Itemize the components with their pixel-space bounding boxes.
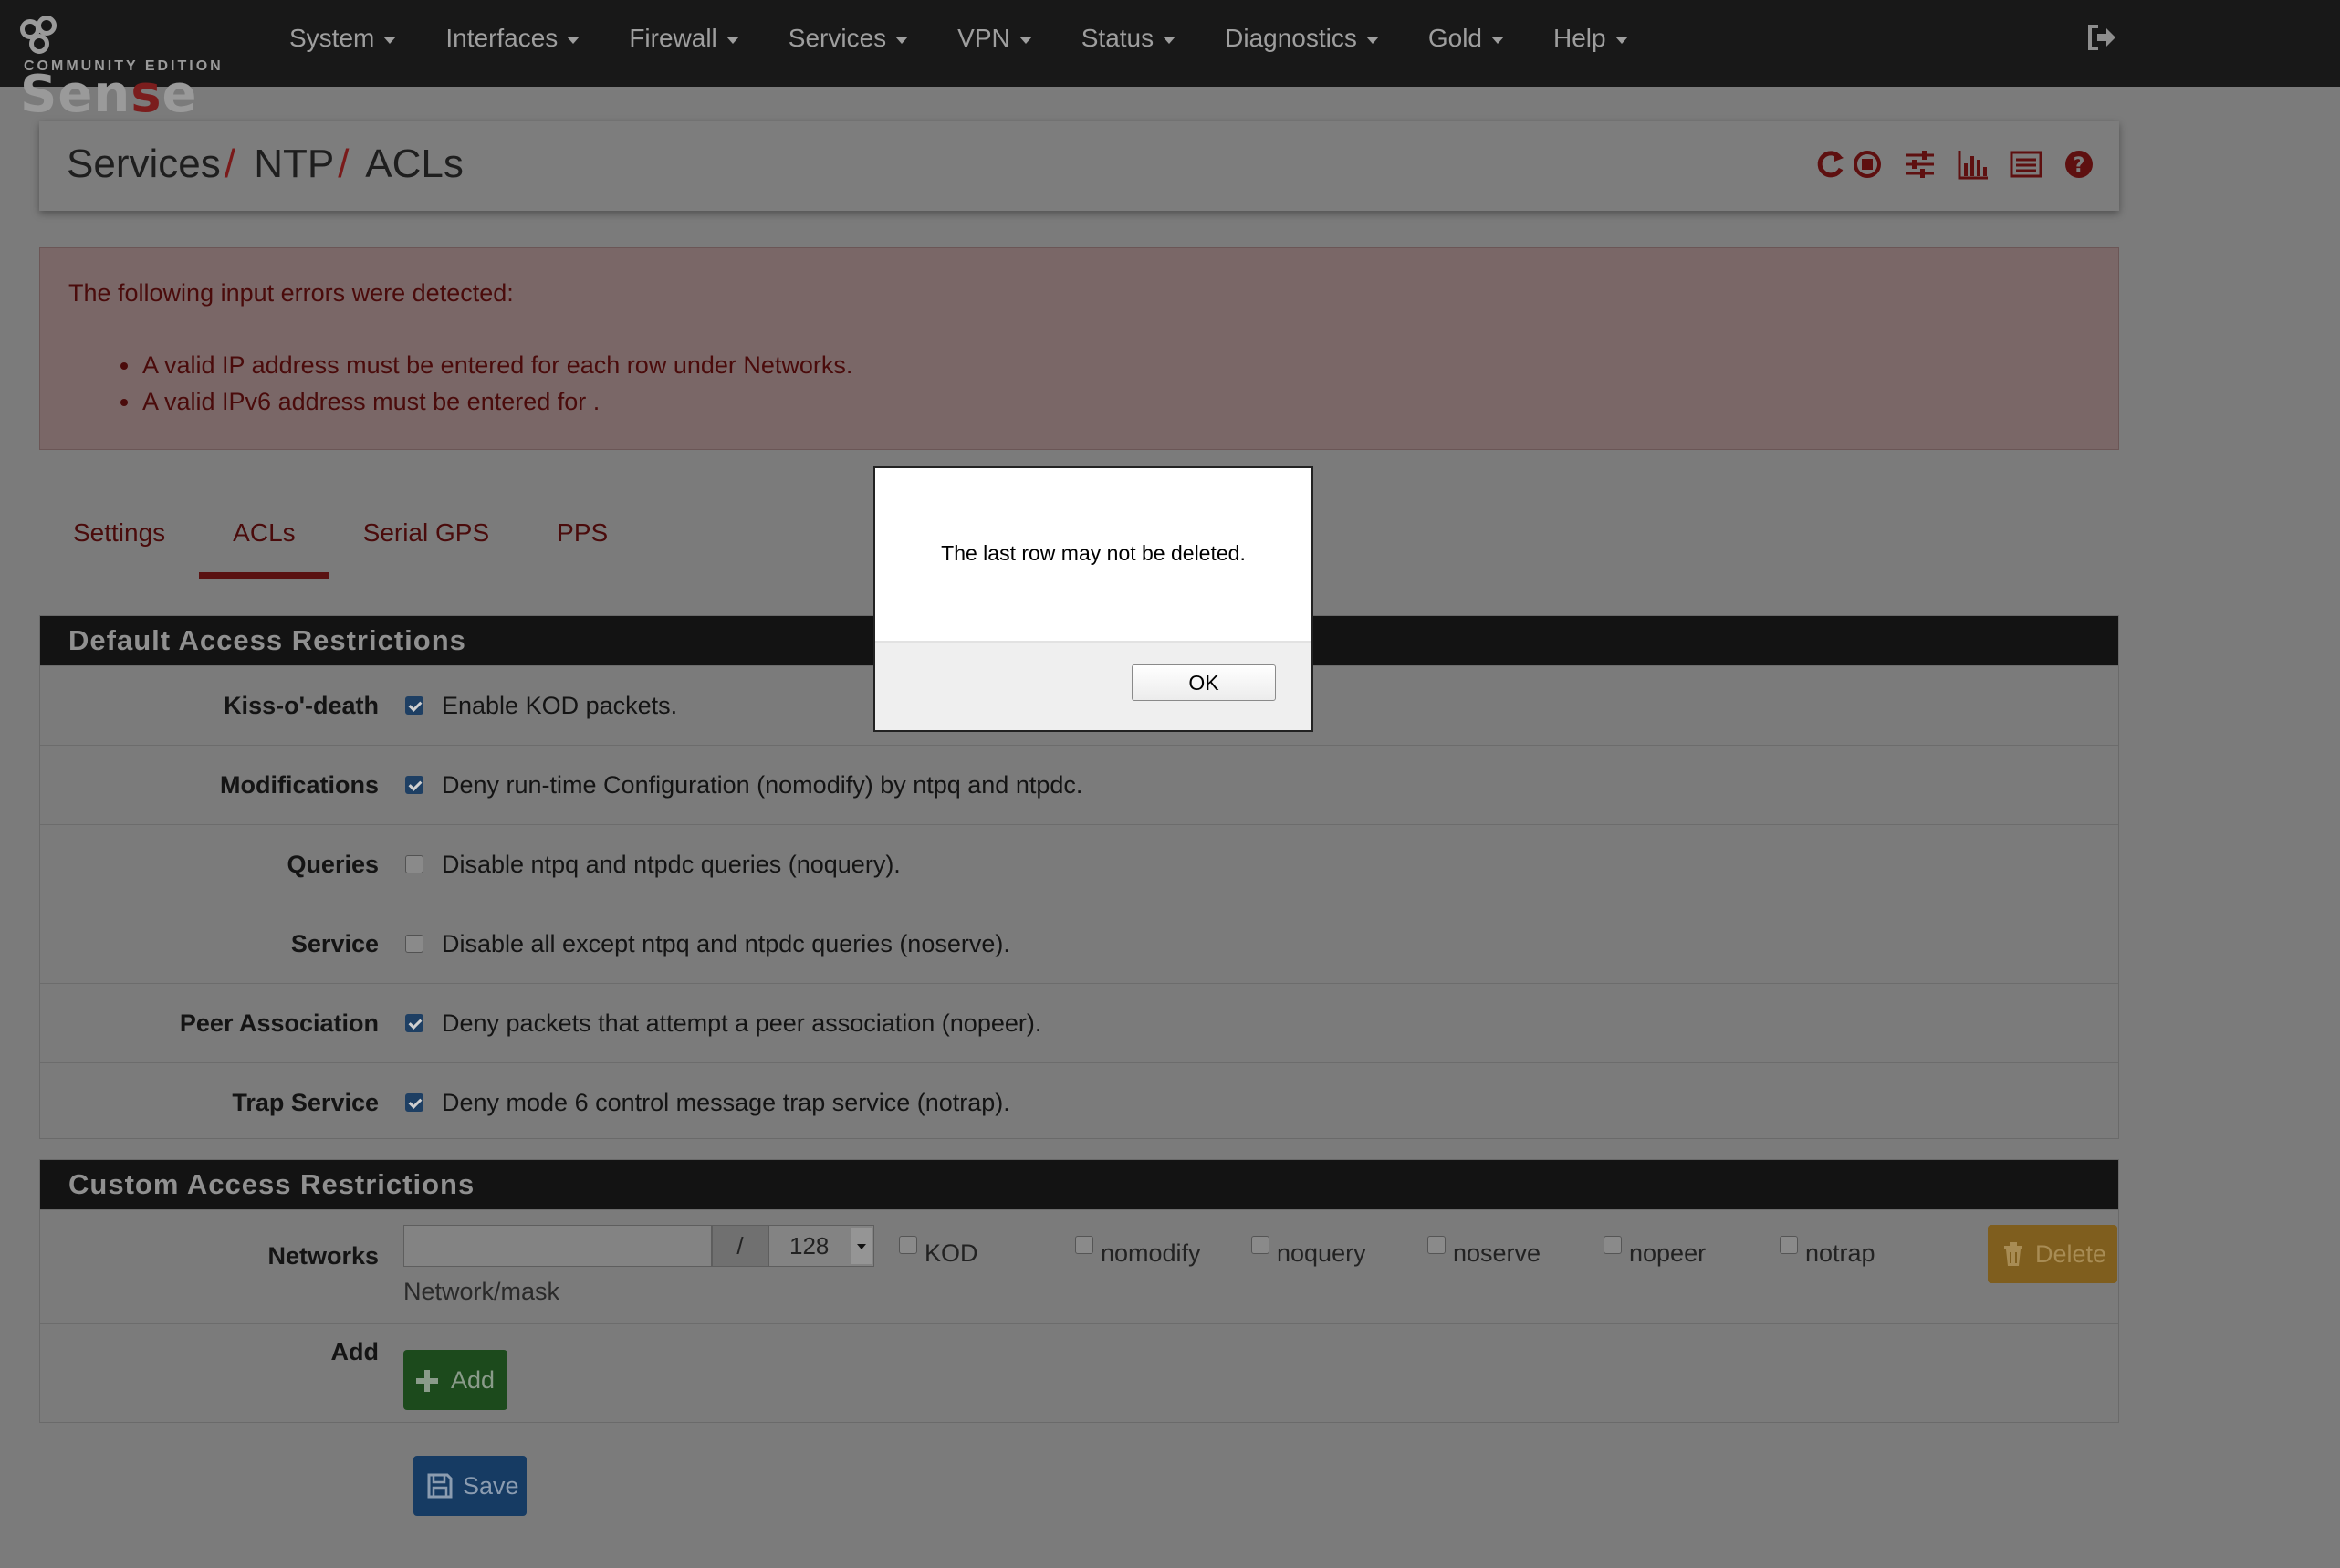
input-errors-alert: The following input errors were detected…: [39, 247, 2119, 450]
row-description: Deny run-time Configuration (nomodify) b…: [442, 771, 1083, 799]
noserve-checkbox[interactable]: [405, 935, 423, 953]
row-label: Modifications: [220, 771, 379, 799]
breadcrumb-ntp[interactable]: NTP: [254, 141, 334, 186]
tab-pps[interactable]: PPS: [523, 500, 642, 579]
nopeer-checkbox[interactable]: [405, 1014, 423, 1032]
add-row: Add Add: [40, 1323, 2118, 1423]
mask-select[interactable]: 128: [768, 1225, 874, 1267]
caret-down-icon: [1491, 36, 1505, 44]
floppy-disk-icon: [427, 1473, 453, 1499]
tab-settings[interactable]: Settings: [39, 500, 199, 579]
settings-sliders-icon[interactable]: [1904, 147, 1937, 182]
header-shortcuts: ?: [1814, 147, 2095, 182]
tab-bar: Settings ACLs Serial GPS PPS: [39, 500, 642, 579]
trash-icon: [2004, 1242, 2022, 1266]
tab-acls[interactable]: ACLs: [199, 500, 330, 579]
caret-down-icon: [1019, 36, 1032, 44]
nomodify-checkbox[interactable]: [405, 776, 423, 794]
nav-gold[interactable]: Gold: [1404, 0, 1529, 77]
custom-access-panel: Custom Access Restrictions Networks / 12…: [39, 1159, 2119, 1423]
logo-icon: [20, 15, 69, 61]
ok-button[interactable]: OK: [1132, 664, 1276, 701]
nav-help[interactable]: Help: [1529, 0, 1653, 77]
brand-edition: COMMUNITY EDITION: [24, 58, 224, 74]
error-item: A valid IP address must be entered for e…: [120, 347, 852, 383]
nav-vpn[interactable]: VPN: [933, 0, 1057, 77]
row-label: Service: [290, 930, 379, 957]
queries-row: Queries Disable ntpq and ntpdc queries (…: [40, 824, 2118, 904]
service-row: Service Disable all except ntpq and ntpd…: [40, 904, 2118, 983]
notrap-checkbox[interactable]: [405, 1093, 423, 1112]
chart-icon[interactable]: [1957, 147, 1990, 182]
network-help-text: Network/mask: [403, 1278, 560, 1305]
panel-title: Custom Access Restrictions: [40, 1160, 2118, 1209]
caret-down-icon: [383, 36, 397, 44]
nav-status[interactable]: Status: [1057, 0, 1200, 77]
breadcrumb-acls: ACLs: [365, 141, 464, 186]
nav-system[interactable]: System: [265, 0, 421, 77]
kod-option-checkbox[interactable]: [899, 1236, 917, 1254]
dialog-message: The last row may not be deleted.: [941, 541, 1246, 565]
networks-row: Networks / 128 Network/mask KOD nomodify…: [40, 1209, 2118, 1323]
row-label: Networks: [267, 1242, 379, 1270]
caret-down-icon: [1614, 36, 1628, 44]
main-menu: System Interfaces Firewall Services VPN …: [265, 0, 1653, 77]
row-description: Disable all except ntpq and ntpdc querie…: [442, 930, 1010, 957]
caret-down-icon: [1365, 36, 1379, 44]
nav-interfaces[interactable]: Interfaces: [421, 0, 604, 77]
caret-down-icon: [895, 36, 909, 44]
noquery-option-checkbox[interactable]: [1251, 1236, 1269, 1254]
nav-diagnostics[interactable]: Diagnostics: [1200, 0, 1404, 77]
breadcrumb-separator: /: [224, 141, 235, 186]
add-network-button[interactable]: Add: [403, 1350, 507, 1410]
svg-text:?: ?: [2074, 154, 2085, 177]
row-description: Deny packets that attempt a peer associa…: [442, 1009, 1042, 1037]
noquery-checkbox[interactable]: [405, 855, 423, 873]
network-address-input[interactable]: [403, 1225, 712, 1267]
nav-firewall[interactable]: Firewall: [604, 0, 763, 77]
nomodify-option-checkbox[interactable]: [1075, 1236, 1093, 1254]
row-description: Disable ntpq and ntpdc queries (noquery)…: [442, 851, 901, 878]
help-icon[interactable]: ?: [2063, 147, 2095, 182]
noserve-option-checkbox[interactable]: [1427, 1236, 1446, 1254]
top-navbar: Sense COMMUNITY EDITION System Interface…: [0, 0, 2340, 124]
row-label: Add: [330, 1338, 379, 1365]
brand-logo[interactable]: Sense COMMUNITY EDITION: [20, 5, 230, 124]
delete-row-button[interactable]: Delete: [1988, 1225, 2117, 1283]
nopeer-option-checkbox[interactable]: [1604, 1236, 1622, 1254]
save-button[interactable]: Save: [413, 1456, 527, 1516]
plus-icon: [416, 1370, 438, 1392]
page-header: Services/ NTP/ ACLs ?: [39, 121, 2119, 211]
row-label: Trap Service: [232, 1089, 379, 1116]
row-label: Queries: [287, 851, 379, 878]
error-list: A valid IP address must be entered for e…: [40, 347, 852, 420]
log-list-icon[interactable]: [2010, 147, 2042, 182]
caret-down-icon: [726, 36, 739, 44]
breadcrumb-services[interactable]: Services: [67, 141, 221, 186]
tab-serial-gps[interactable]: Serial GPS: [329, 500, 524, 579]
row-description: Deny mode 6 control message trap service…: [442, 1089, 1010, 1116]
logout-icon[interactable]: [2086, 24, 2117, 51]
notrap-option-checkbox[interactable]: [1780, 1236, 1798, 1254]
mask-separator: /: [712, 1225, 768, 1267]
row-label: Kiss-o'-death: [224, 692, 379, 719]
alert-dialog: The last row may not be deleted. OK: [873, 466, 1313, 732]
error-item: A valid IPv6 address must be entered for…: [120, 383, 852, 420]
peer-association-row: Peer Association Deny packets that attem…: [40, 983, 2118, 1062]
kod-checkbox[interactable]: [405, 696, 423, 715]
nav-services[interactable]: Services: [764, 0, 933, 77]
breadcrumb: Services/ NTP/ ACLs: [67, 141, 464, 187]
stop-icon[interactable]: [1851, 147, 1884, 182]
restart-icon[interactable]: [1814, 147, 1847, 182]
dialog-footer: OK: [875, 641, 1311, 730]
row-label: Peer Association: [179, 1009, 379, 1037]
trap-service-row: Trap Service Deny mode 6 control message…: [40, 1062, 2118, 1142]
select-arrow-icon: [851, 1228, 872, 1264]
modifications-row: Modifications Deny run-time Configuratio…: [40, 745, 2118, 824]
alert-title: The following input errors were detected…: [68, 279, 514, 307]
breadcrumb-separator: /: [338, 141, 350, 186]
caret-down-icon: [567, 36, 580, 44]
caret-down-icon: [1163, 36, 1176, 44]
row-description: Enable KOD packets.: [442, 692, 678, 719]
